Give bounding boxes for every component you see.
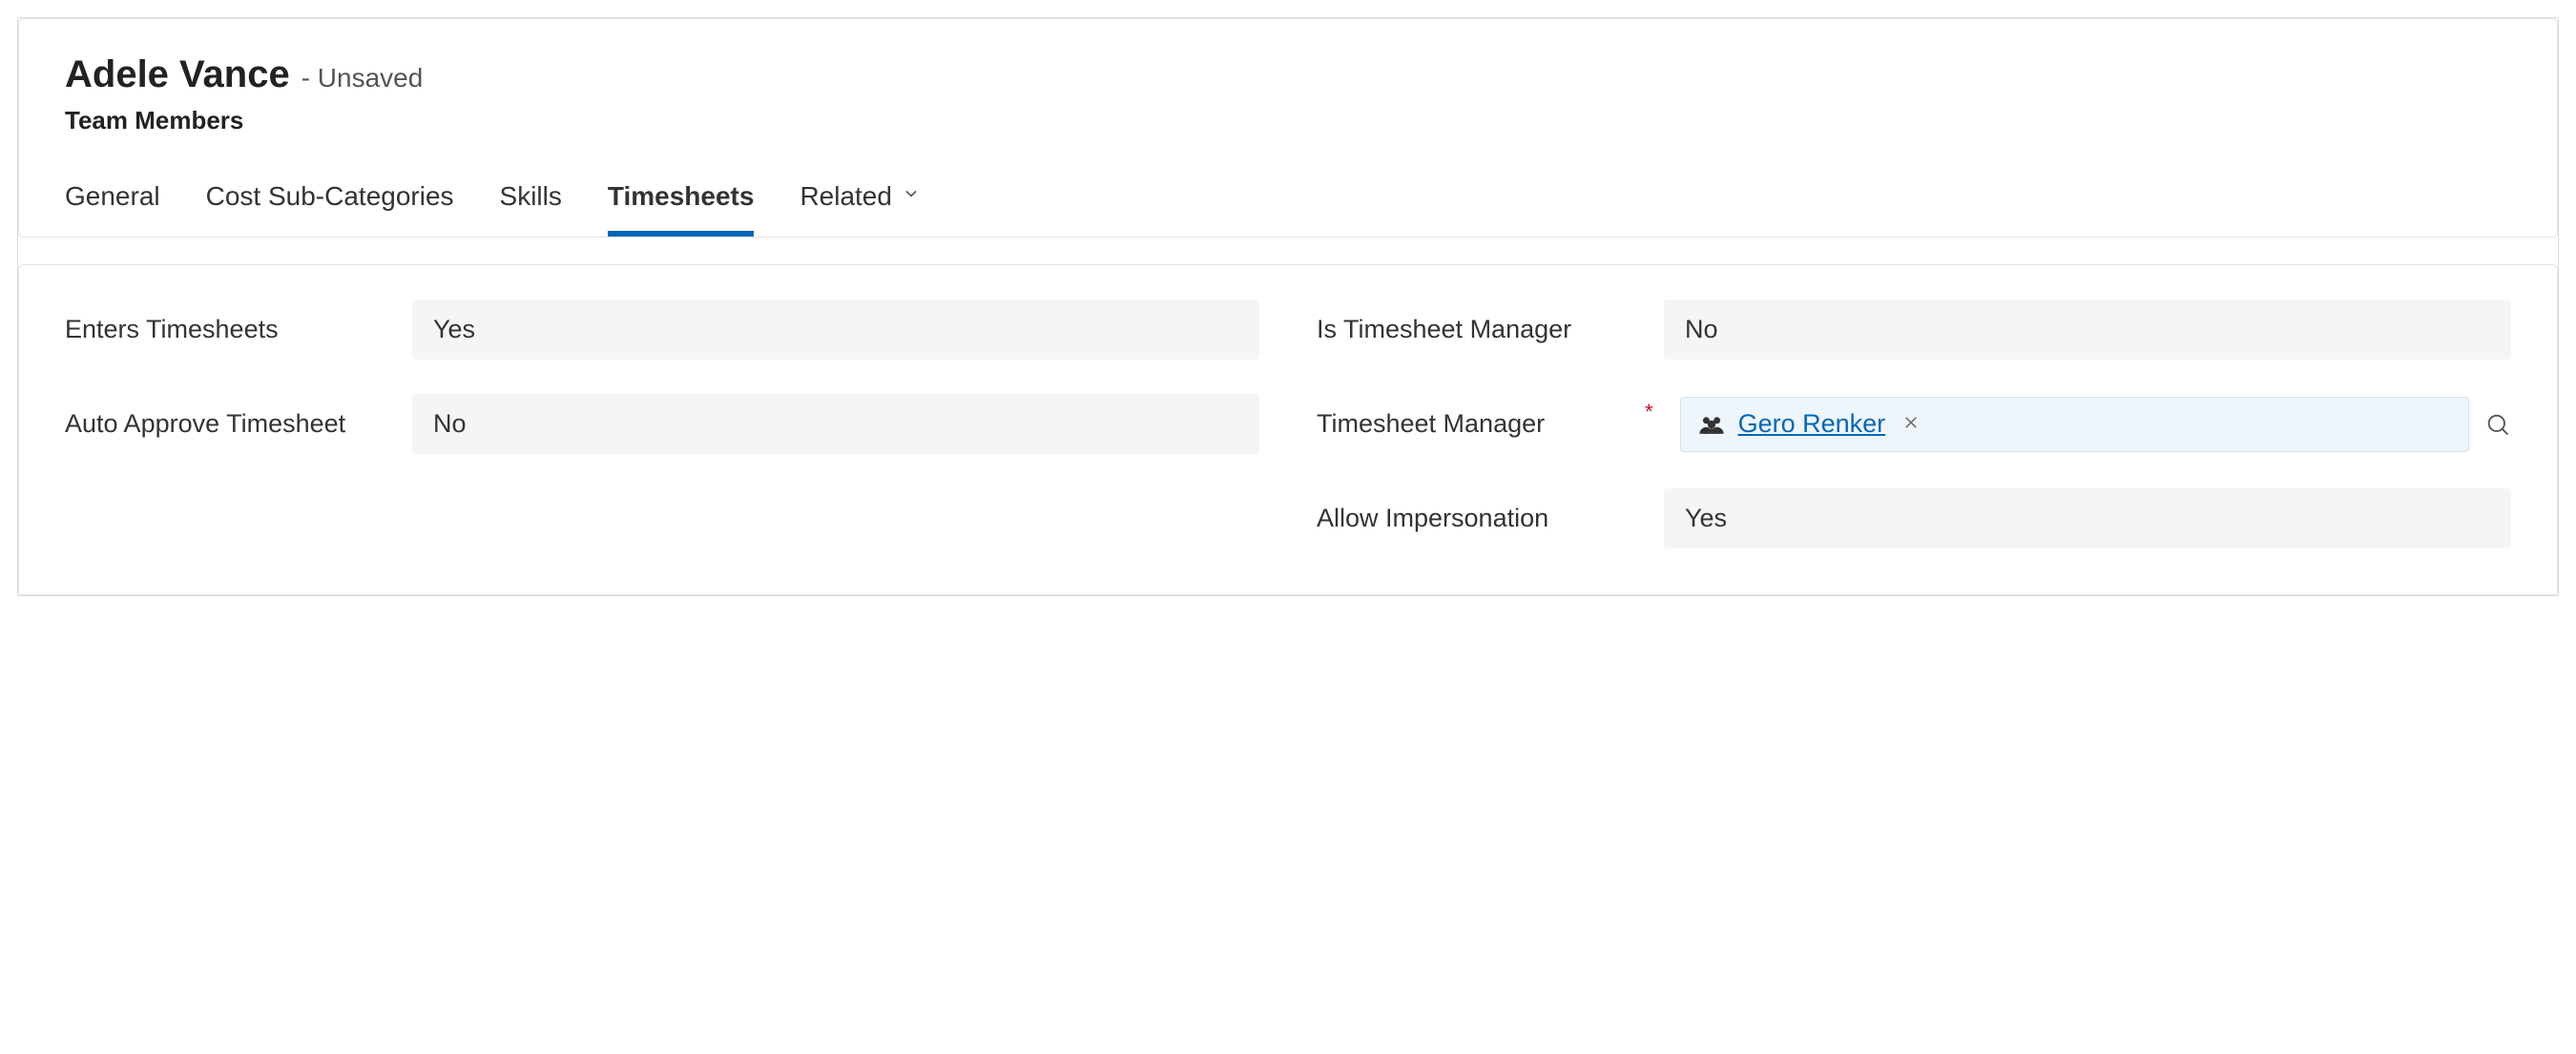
field-timesheet-manager: Timesheet Manager * [1317, 394, 2511, 454]
tab-timesheets[interactable]: Timesheets [608, 174, 755, 237]
label-allow-impersonation: Allow Impersonation [1317, 504, 1641, 533]
empty-cell [65, 488, 1259, 548]
input-allow-impersonation[interactable]: Yes [1664, 488, 2511, 548]
form-card: Enters Timesheets Yes Is Timesheet Manag… [18, 264, 2558, 595]
label-enters-timesheets: Enters Timesheets [65, 315, 389, 344]
tab-bar: General Cost Sub-Categories Skills Times… [65, 174, 2511, 237]
chevron-down-icon [902, 184, 921, 209]
field-allow-impersonation: Allow Impersonation Yes [1317, 488, 2511, 548]
required-indicator: * [1645, 394, 1653, 424]
input-auto-approve-timesheet[interactable]: No [412, 394, 1259, 454]
label-auto-approve-timesheet: Auto Approve Timesheet [65, 409, 389, 439]
group-icon [1698, 413, 1725, 436]
entity-subtitle: Team Members [65, 106, 2511, 135]
label-timesheet-manager: Timesheet Manager [1317, 409, 1641, 439]
input-enters-timesheets[interactable]: Yes [412, 300, 1259, 360]
title-row: Adele Vance - Unsaved [65, 53, 2511, 96]
input-is-timesheet-manager[interactable]: No [1664, 300, 2511, 360]
field-auto-approve-timesheet: Auto Approve Timesheet No [65, 394, 1259, 454]
tab-related[interactable]: Related [800, 174, 921, 237]
tab-skills[interactable]: Skills [500, 174, 562, 237]
page-title: Adele Vance [65, 53, 290, 96]
field-enters-timesheets: Enters Timesheets Yes [65, 300, 1259, 360]
search-icon[interactable] [2484, 411, 2511, 438]
tab-cost-sub-categories[interactable]: Cost Sub-Categories [206, 174, 454, 237]
form-grid: Enters Timesheets Yes Is Timesheet Manag… [65, 300, 2511, 548]
lookup-tag: Gero Renker [1680, 397, 2469, 452]
label-is-timesheet-manager: Is Timesheet Manager [1317, 315, 1641, 344]
field-is-timesheet-manager: Is Timesheet Manager No [1317, 300, 2511, 360]
record-status: - Unsaved [301, 63, 424, 93]
lookup-link[interactable]: Gero Renker [1738, 409, 1886, 439]
tab-general[interactable]: General [65, 174, 160, 237]
header-card: Adele Vance - Unsaved Team Members Gener… [18, 18, 2558, 238]
lookup-timesheet-manager[interactable]: Gero Renker [1680, 397, 2511, 452]
close-icon[interactable] [1899, 412, 1923, 437]
